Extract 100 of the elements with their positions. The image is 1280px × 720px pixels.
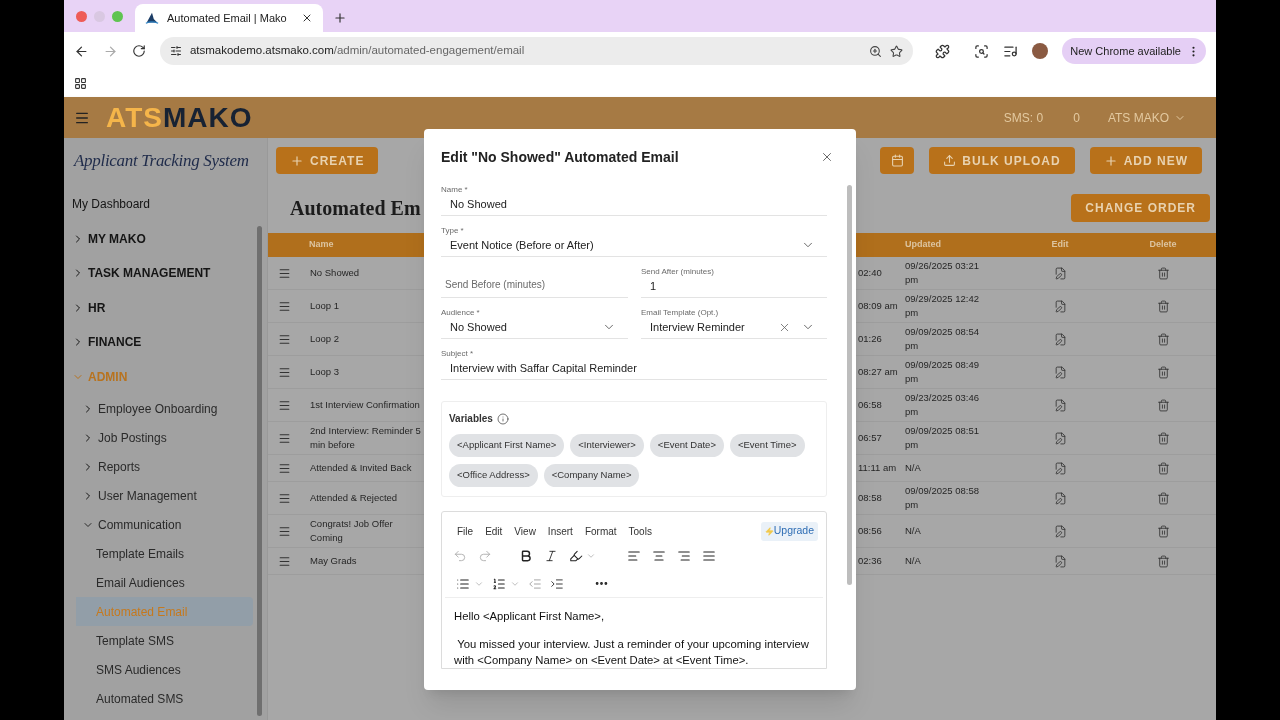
- sidebar-item[interactable]: Job Postings: [64, 423, 253, 452]
- drag-handle-icon[interactable]: [278, 299, 291, 313]
- delete-icon[interactable]: [1156, 299, 1170, 313]
- variable-chip[interactable]: <Company Name>: [543, 464, 640, 487]
- puzzle-icon[interactable]: [935, 43, 951, 59]
- sidebar-item[interactable]: User Management: [64, 481, 253, 510]
- delete-icon[interactable]: [1156, 365, 1170, 379]
- align-left-icon[interactable]: [627, 549, 641, 563]
- variable-chip[interactable]: <Applicant First Name>: [449, 434, 565, 457]
- delete-icon[interactable]: [1156, 491, 1170, 505]
- align-right-icon[interactable]: [677, 549, 691, 563]
- delete-icon[interactable]: [1156, 266, 1170, 280]
- edit-icon[interactable]: [1053, 491, 1067, 505]
- form-field[interactable]: Name * No Showed: [441, 185, 827, 216]
- sidebar-item[interactable]: TASK MANAGEMENT: [64, 256, 253, 291]
- upgrade-button[interactable]: Upgrade: [760, 521, 818, 541]
- scan-search-icon[interactable]: [974, 43, 990, 59]
- variable-chip[interactable]: <Interviewer>: [570, 434, 644, 457]
- delete-icon[interactable]: [1156, 554, 1170, 568]
- italic-icon[interactable]: [544, 549, 558, 563]
- sidebar-item[interactable]: Template Emails: [76, 539, 253, 568]
- drag-handle-icon[interactable]: [278, 524, 291, 538]
- drag-handle-icon[interactable]: [278, 491, 291, 505]
- delete-icon[interactable]: [1156, 431, 1170, 445]
- table-cell-text: 08:58: [857, 491, 883, 505]
- address-bar[interactable]: atsmakodemo.atsmako.com/admin/automated-engagement/email: [159, 37, 914, 65]
- delete-icon[interactable]: [1156, 461, 1170, 475]
- drag-handle-icon[interactable]: [278, 365, 291, 379]
- sidebar-item[interactable]: Template SMS: [76, 626, 253, 655]
- edit-icon[interactable]: [1053, 524, 1067, 538]
- delete-icon[interactable]: [1156, 524, 1170, 538]
- scrollbar[interactable]: [847, 185, 852, 585]
- reload-icon[interactable]: [131, 44, 146, 58]
- table-cell-text: N/A: [904, 524, 922, 538]
- edit-icon[interactable]: [1053, 461, 1067, 475]
- editor-menu[interactable]: Insert: [547, 523, 573, 539]
- variable-chip[interactable]: <Office Address>: [449, 464, 538, 487]
- forward-icon[interactable]: [102, 43, 118, 59]
- scrollbar[interactable]: [257, 226, 262, 716]
- edit-icon[interactable]: [1053, 431, 1067, 445]
- editor-menu[interactable]: View: [514, 523, 536, 539]
- avatar[interactable]: [1032, 43, 1049, 59]
- form-field[interactable]: Send After (minutes) 1: [641, 267, 827, 298]
- sidebar-item[interactable]: FINANCE: [64, 325, 253, 360]
- sidebar-item[interactable]: Email Audiences: [76, 568, 253, 597]
- sidebar-item[interactable]: Reports: [64, 452, 253, 481]
- sidebar-item[interactable]: Employee Onboarding: [64, 394, 253, 423]
- edit-icon[interactable]: [1053, 398, 1067, 412]
- update-button[interactable]: New Chrome available: [1062, 38, 1206, 64]
- sidebar-item[interactable]: SMS Audiences: [76, 655, 253, 684]
- edit-icon[interactable]: [1053, 554, 1067, 568]
- align-justify-icon[interactable]: [702, 549, 716, 563]
- close-window-icon[interactable]: [76, 10, 87, 22]
- editor-menu[interactable]: Edit: [485, 523, 503, 539]
- editor-menu[interactable]: Format: [584, 523, 617, 539]
- form-field[interactable]: Audience * No Showed: [441, 308, 628, 339]
- info-icon[interactable]: [496, 412, 509, 425]
- indent-icon[interactable]: [550, 576, 564, 591]
- drag-handle-icon[interactable]: [278, 266, 291, 280]
- variable-chip[interactable]: <Event Time>: [729, 434, 805, 457]
- form-field[interactable]: Type * Event Notice (Before or After): [441, 226, 827, 257]
- delete-icon[interactable]: [1156, 332, 1170, 346]
- form-field[interactable]: Email Template (Opt.) Interview Reminder: [641, 308, 827, 339]
- send-before-field[interactable]: Send Before (minutes): [441, 272, 628, 298]
- close-icon[interactable]: [820, 150, 834, 164]
- edit-icon[interactable]: [1053, 365, 1067, 379]
- drag-handle-icon[interactable]: [278, 398, 291, 412]
- media-icon[interactable]: [1003, 43, 1019, 59]
- drag-handle-icon[interactable]: [278, 461, 291, 475]
- site-settings-icon[interactable]: [169, 45, 182, 57]
- numbered-list-icon[interactable]: [492, 576, 506, 591]
- drag-handle-icon[interactable]: [278, 554, 291, 568]
- rich-text-editor[interactable]: File Edit View Insert Format Tools Upgrade Hello <Applicant First Name>, You missed your interview. Just a reminder of your upcoming interview with <Company Name> on <Event Date> at <Event Time>.: [441, 511, 827, 669]
- bullet-list-icon[interactable]: [456, 576, 470, 591]
- calendar-button[interactable]: [880, 147, 915, 174]
- star-icon[interactable]: [890, 44, 904, 58]
- sidebar-item[interactable]: Communication: [64, 510, 253, 539]
- editor-menu[interactable]: File: [457, 523, 474, 539]
- sidebar-item[interactable]: Automated SMS: [76, 684, 253, 713]
- sidebar-item[interactable]: HR: [64, 290, 253, 325]
- edit-icon[interactable]: [1053, 299, 1067, 313]
- sidebar-item[interactable]: MY MAKO: [64, 221, 253, 256]
- edit-icon[interactable]: [1053, 266, 1067, 280]
- close-icon[interactable]: [301, 12, 313, 24]
- form-field[interactable]: Subject * Interview with Saffar Capital Reminder: [441, 349, 827, 380]
- sidebar-item[interactable]: My Dashboard: [64, 187, 253, 222]
- highlighter-icon[interactable]: [569, 549, 583, 563]
- editor-menu[interactable]: Tools: [628, 523, 652, 539]
- back-icon[interactable]: [74, 43, 89, 59]
- drag-handle-icon[interactable]: [278, 431, 291, 445]
- bold-icon[interactable]: [519, 549, 533, 563]
- drag-handle-icon[interactable]: [278, 332, 291, 346]
- apps-icon[interactable]: [74, 77, 87, 90]
- new-tab-icon[interactable]: [333, 11, 347, 25]
- delete-icon[interactable]: [1156, 398, 1170, 412]
- zoom-icon[interactable]: [869, 44, 883, 58]
- variable-chip[interactable]: <Event Date>: [649, 434, 724, 457]
- align-center-icon[interactable]: [652, 549, 666, 563]
- browser-tab[interactable]: Automated Email | Mako: [135, 4, 323, 32]
- edit-icon[interactable]: [1053, 332, 1067, 346]
